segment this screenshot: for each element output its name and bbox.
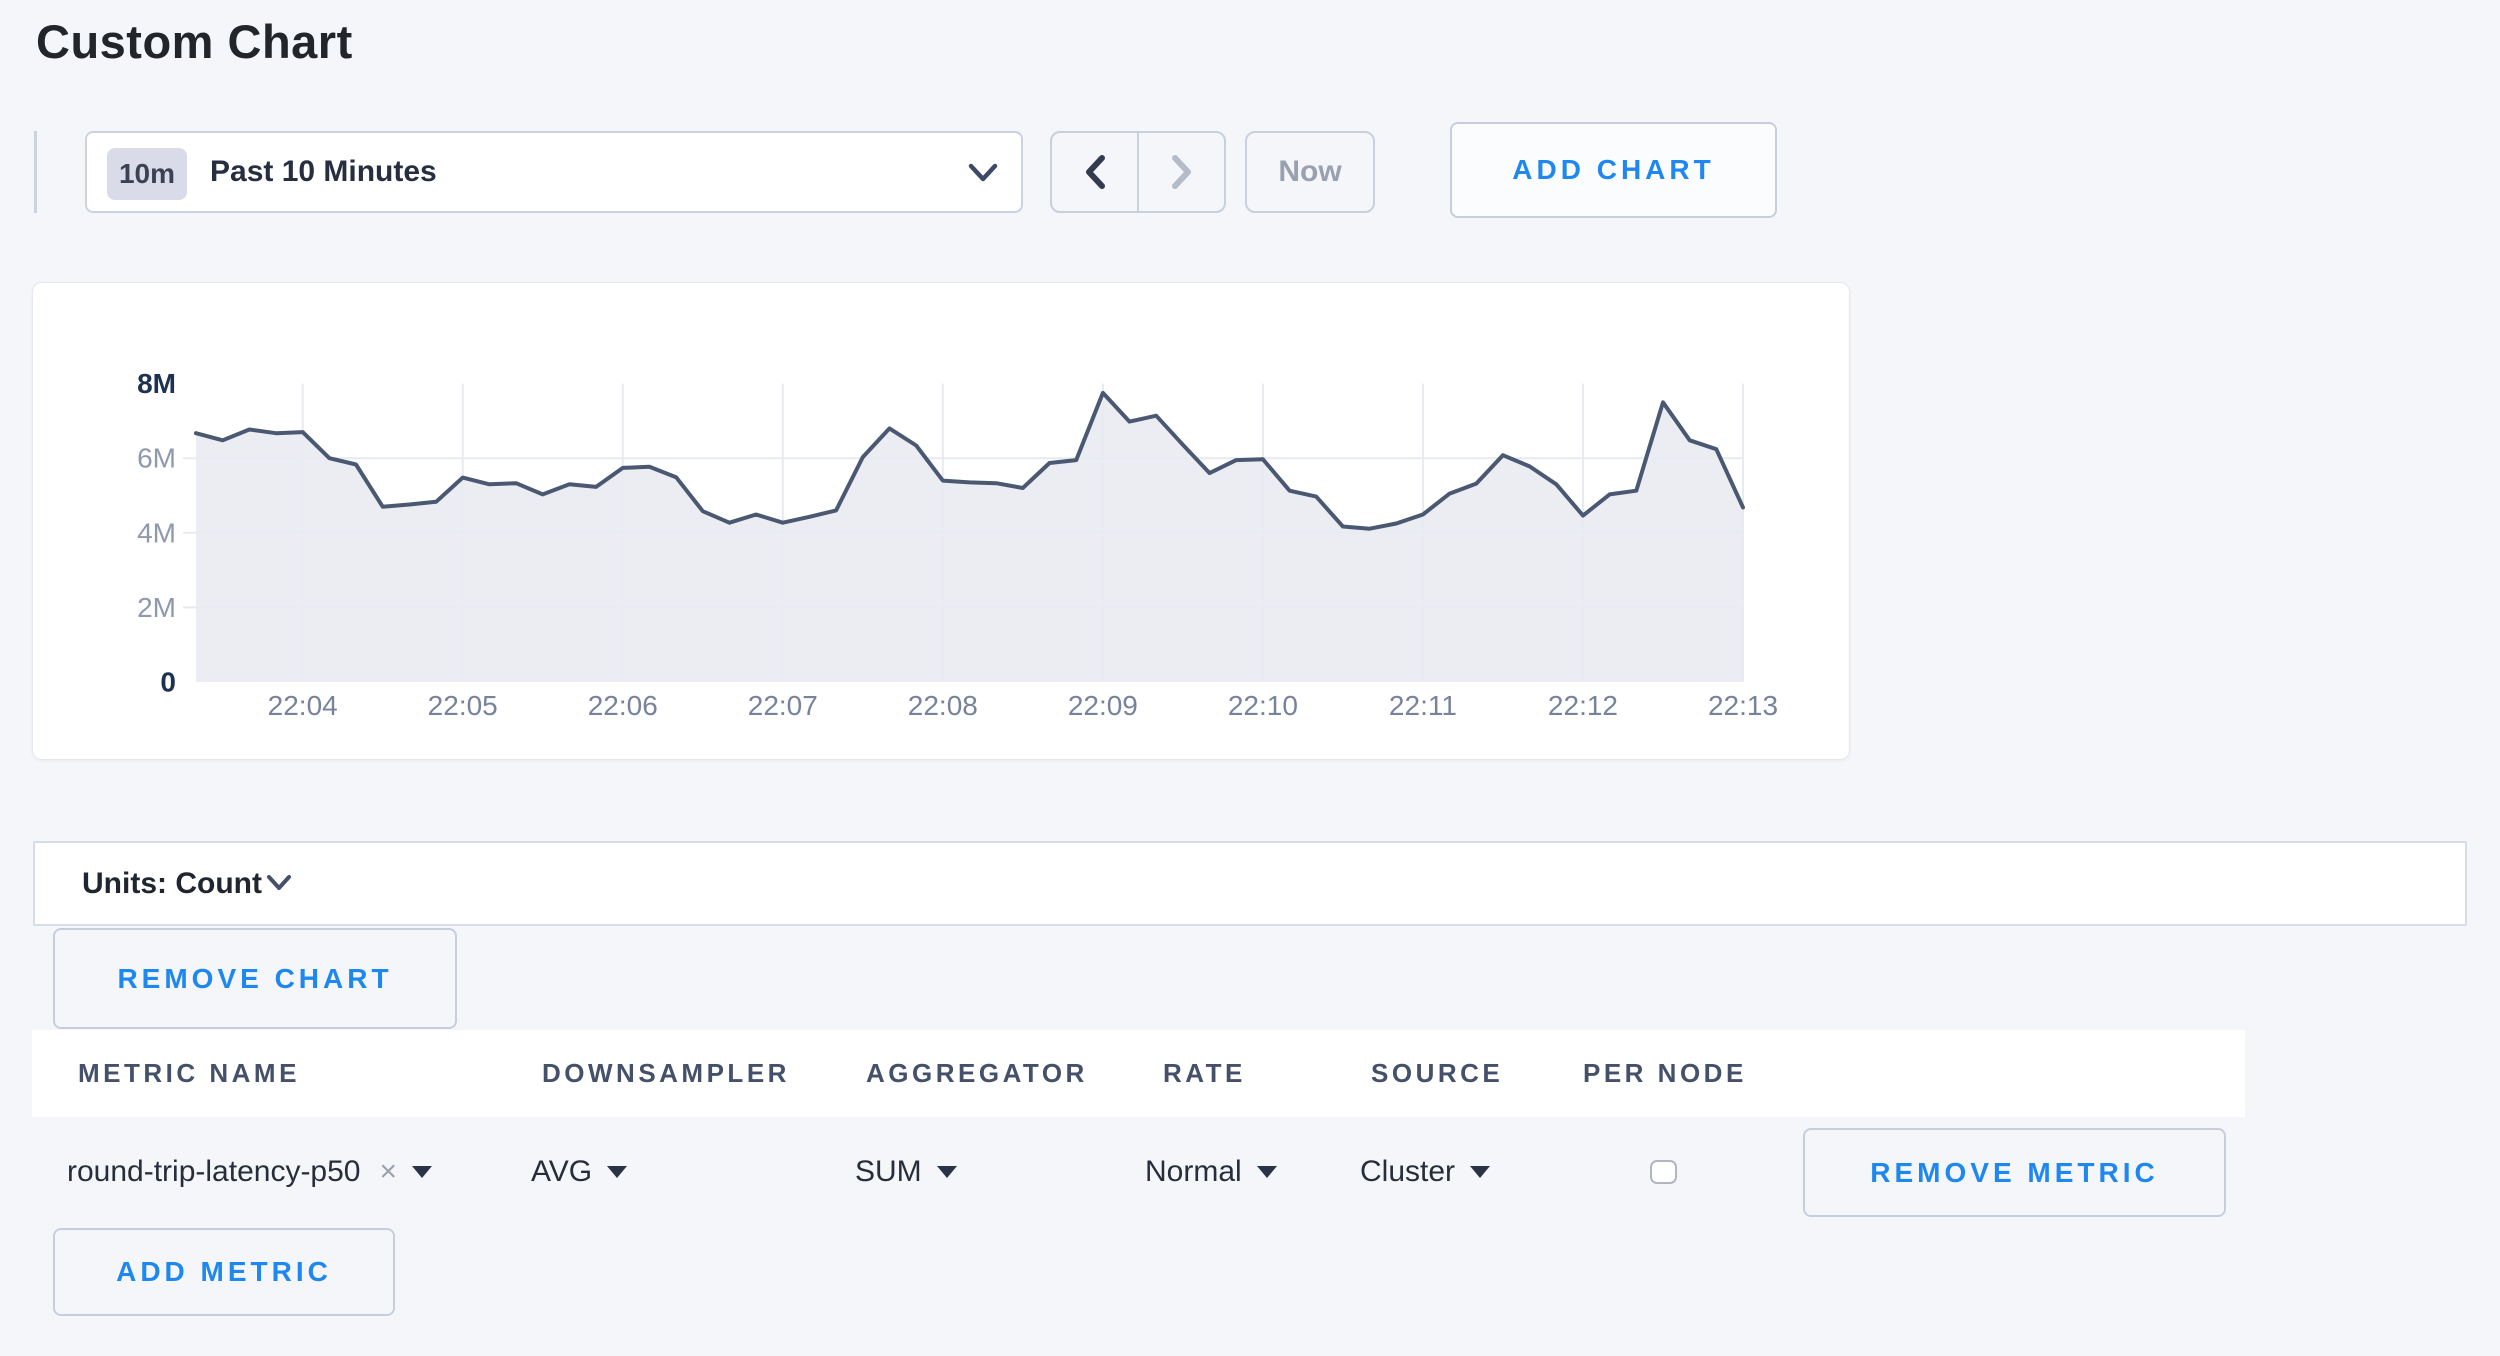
metrics-table-header: METRIC NAME DOWNSAMPLER AGGREGATOR RATE … xyxy=(32,1030,2245,1117)
time-range-label: Past 10 Minutes xyxy=(210,133,437,211)
time-range-badge: 10m xyxy=(107,148,187,200)
column-header-source: SOURCE xyxy=(1371,1030,1503,1117)
now-button[interactable]: Now xyxy=(1245,131,1375,213)
remove-metric-button[interactable]: REMOVE METRIC xyxy=(1803,1128,2226,1217)
metric-name-value: round-trip-latency-p50 xyxy=(67,1155,360,1189)
svg-text:22:11: 22:11 xyxy=(1389,690,1457,721)
toolbar-divider xyxy=(34,131,37,213)
downsampler-value: AVG xyxy=(531,1155,592,1189)
chevron-down-icon xyxy=(966,160,1000,186)
caret-down-icon xyxy=(937,1166,957,1178)
svg-text:22:09: 22:09 xyxy=(1068,690,1138,721)
svg-text:22:10: 22:10 xyxy=(1228,690,1298,721)
per-node-checkbox[interactable] xyxy=(1650,1160,1677,1184)
units-label: Units: Count xyxy=(82,843,262,924)
column-header-rate: RATE xyxy=(1163,1030,1246,1117)
column-header-aggregator: AGGREGATOR xyxy=(866,1030,1088,1117)
chevron-down-icon xyxy=(265,872,293,894)
svg-text:22:07: 22:07 xyxy=(748,690,818,721)
rate-dropdown[interactable]: Normal xyxy=(1145,1150,1277,1194)
column-header-downsampler: DOWNSAMPLER xyxy=(542,1030,790,1117)
add-chart-button[interactable]: ADD CHART xyxy=(1450,122,1777,218)
source-value: Cluster xyxy=(1360,1155,1455,1189)
time-step-group xyxy=(1050,131,1226,213)
remove-tag-icon[interactable]: × xyxy=(379,1155,397,1189)
units-dropdown[interactable]: Units: Count xyxy=(33,841,2467,926)
caret-down-icon xyxy=(1257,1166,1277,1178)
time-range-select[interactable]: 10m Past 10 Minutes xyxy=(85,131,1023,213)
svg-text:22:13: 22:13 xyxy=(1708,690,1778,721)
add-metric-button[interactable]: ADD METRIC xyxy=(53,1228,395,1316)
svg-text:22:12: 22:12 xyxy=(1548,690,1618,721)
svg-text:4M: 4M xyxy=(137,517,176,548)
metric-name-dropdown[interactable]: round-trip-latency-p50 × xyxy=(67,1150,432,1194)
column-header-per-node: PER NODE xyxy=(1583,1030,1747,1117)
chart-card: 0 2M 4M 6M 8M 22:04 22:05 22:06 22:07 22:08 22:09 2… xyxy=(32,282,1850,760)
chevron-right-icon xyxy=(1170,153,1194,191)
aggregator-value: SUM xyxy=(855,1155,922,1189)
remove-chart-button[interactable]: REMOVE CHART xyxy=(53,928,457,1029)
svg-text:6M: 6M xyxy=(137,443,176,474)
svg-text:22:04: 22:04 xyxy=(268,690,338,721)
page-title: Custom Chart xyxy=(36,14,353,69)
rate-value: Normal xyxy=(1145,1155,1242,1189)
column-header-metric-name: METRIC NAME xyxy=(78,1030,300,1117)
svg-text:8M: 8M xyxy=(137,368,176,399)
svg-text:22:06: 22:06 xyxy=(588,690,658,721)
chevron-left-icon xyxy=(1083,153,1107,191)
caret-down-icon xyxy=(412,1166,432,1178)
downsampler-dropdown[interactable]: AVG xyxy=(531,1150,627,1194)
svg-text:0: 0 xyxy=(160,667,176,698)
source-dropdown[interactable]: Cluster xyxy=(1360,1150,1490,1194)
latency-area-chart[interactable]: 0 2M 4M 6M 8M 22:04 22:05 22:06 22:07 22:08 22:09 2… xyxy=(33,283,1851,761)
svg-text:2M: 2M xyxy=(137,592,176,623)
prev-time-button[interactable] xyxy=(1052,133,1137,211)
aggregator-dropdown[interactable]: SUM xyxy=(855,1150,957,1194)
svg-text:22:05: 22:05 xyxy=(428,690,498,721)
caret-down-icon xyxy=(607,1166,627,1178)
next-time-button[interactable] xyxy=(1137,133,1224,211)
svg-text:22:08: 22:08 xyxy=(908,690,978,721)
caret-down-icon xyxy=(1470,1166,1490,1178)
